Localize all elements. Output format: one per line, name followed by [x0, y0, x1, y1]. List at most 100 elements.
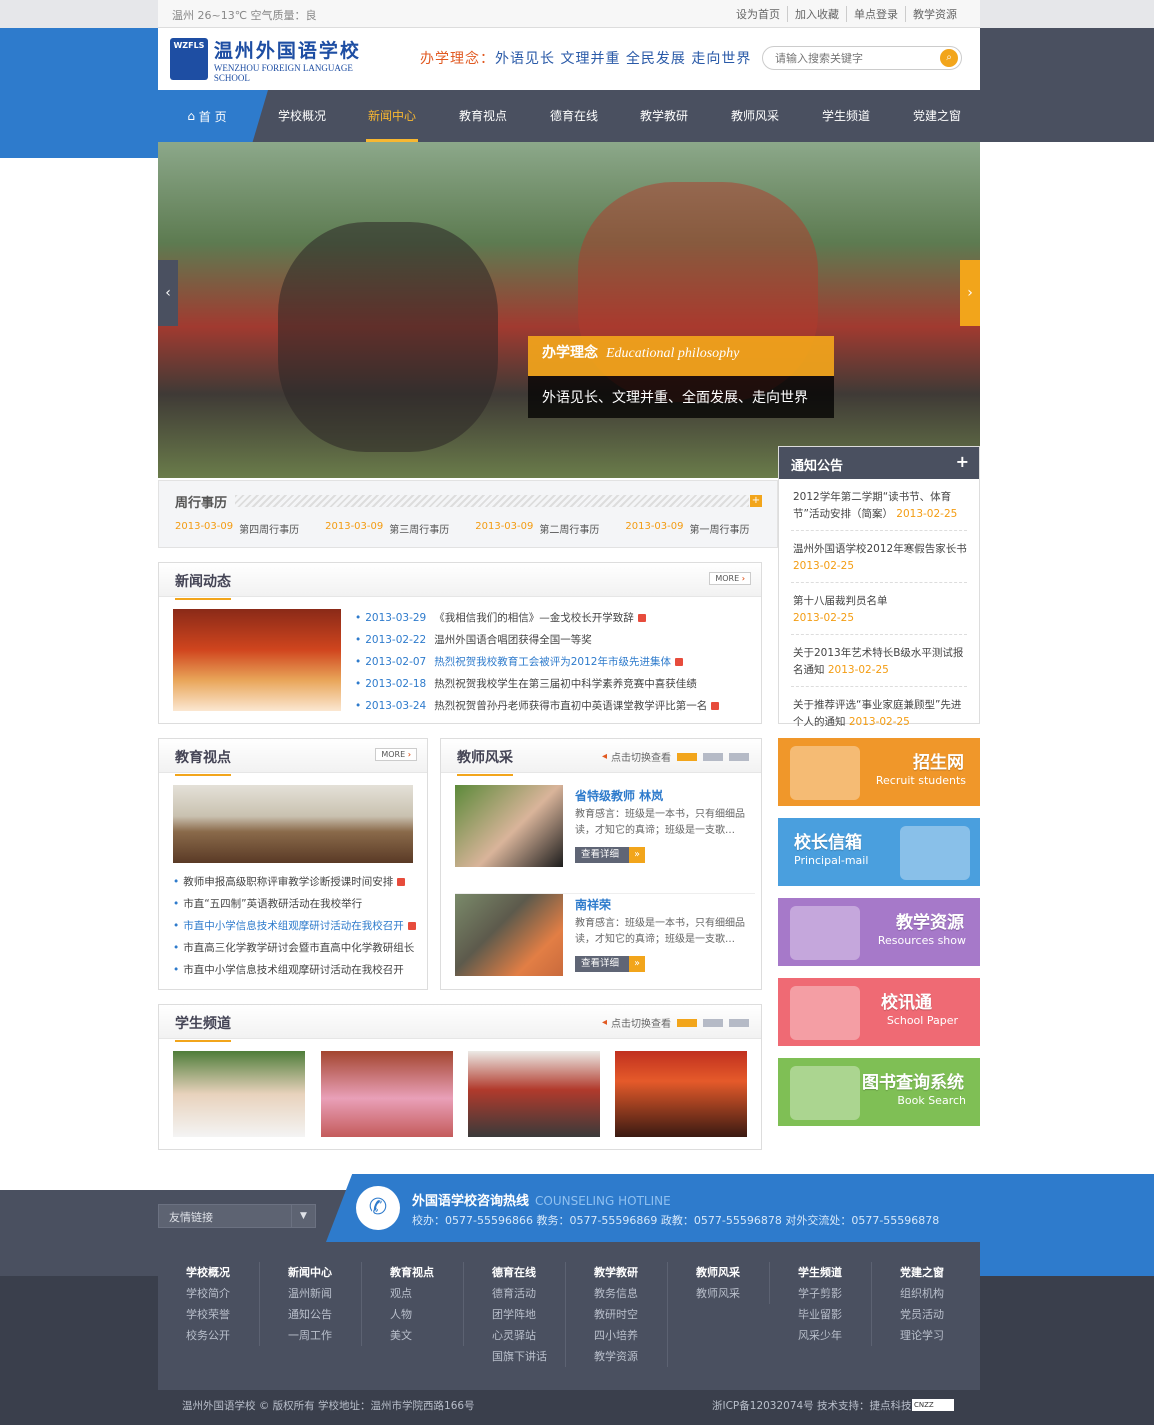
teacher-name[interactable]: 南祥荣 [575, 896, 611, 913]
nav-item-party-window[interactable]: 党建之窗 [897, 90, 977, 142]
slide-dot[interactable] [703, 752, 723, 761]
teacher-name[interactable]: 省特级教师 林岚 [575, 787, 663, 804]
set-homepage-link[interactable]: 设为首页 [729, 6, 787, 22]
edu-photo[interactable] [173, 785, 413, 863]
news-item[interactable]: • 2013-02-18 热烈祝贺我校学生在第三届初中科学素养竞赛中喜获佳绩 [355, 673, 755, 695]
footer-link[interactable]: 毕业留影 [798, 1304, 871, 1325]
nav-item-school-overview[interactable]: 学校概况 [262, 90, 342, 142]
main-nav: ⌂ 首 页 学校概况 新闻中心 教育视点 德育在线 教学教研 教师风采 学生频道… [158, 90, 980, 142]
student-photo[interactable] [468, 1051, 600, 1137]
footer-link[interactable]: 人物 [390, 1304, 463, 1325]
plus-icon[interactable]: + [956, 452, 969, 471]
student-photo[interactable] [615, 1051, 747, 1137]
weekly-divider [235, 495, 749, 507]
footer-link[interactable]: 教师风采 [696, 1283, 769, 1304]
view-detail-button[interactable]: 查看详细 [575, 956, 645, 972]
school-paper-banner[interactable]: 校讯通 School Paper [778, 978, 980, 1046]
footer-col-head[interactable]: 教师风采 [696, 1262, 769, 1283]
footer-link[interactable]: 党员活动 [900, 1304, 974, 1325]
footer-link[interactable]: 学子剪影 [798, 1283, 871, 1304]
footer-col-head[interactable]: 学生频道 [798, 1262, 871, 1283]
footer-col-head[interactable]: 学校概况 [186, 1262, 259, 1283]
nav-item-teacher-style[interactable]: 教师风采 [715, 90, 795, 142]
weekly-item-link[interactable]: 第四周行事历 [239, 521, 299, 536]
edu-item[interactable]: • 市直中小学信息技术组观摩研讨活动在我校召开 [173, 959, 423, 981]
teaching-resources-link[interactable]: 教学资源 [905, 6, 964, 22]
footer-link[interactable]: 教研时空 [594, 1304, 667, 1325]
footer-link[interactable]: 教务信息 [594, 1283, 667, 1304]
add-favorite-link[interactable]: 加入收藏 [787, 6, 846, 22]
notice-item[interactable]: 第十八届裁判员名单 2013-02-25 [791, 583, 967, 635]
footer-col-head[interactable]: 教育视点 [390, 1262, 463, 1283]
footer-link[interactable]: 校务公开 [186, 1325, 259, 1346]
footer-link[interactable]: 风采少年 [798, 1325, 871, 1346]
slide-dot[interactable] [729, 752, 749, 761]
slide-dot[interactable] [729, 1018, 749, 1027]
notice-item[interactable]: 关于推荐评选“事业家庭兼顾型”先进个人的通知 2013-02-25 [791, 687, 967, 738]
notice-item[interactable]: 关于2013年艺术特长B级水平测试报名通知 2013-02-25 [791, 635, 967, 687]
notice-item[interactable]: 2012学年第二学期“读书节、体育节”活动安排（简案） 2013-02-25 [791, 479, 967, 531]
footer-link[interactable]: 团学阵地 [492, 1304, 565, 1325]
edu-item[interactable]: • 市直中小学信息技术组观摩研讨活动在我校召开 [173, 915, 423, 937]
footer-col-head[interactable]: 德育在线 [492, 1262, 565, 1283]
footer-link[interactable]: 理论学习 [900, 1325, 974, 1346]
edu-item[interactable]: • 教师申报高级职称评审教学诊断授课时间安排 [173, 871, 423, 893]
footer-link[interactable]: 观点 [390, 1283, 463, 1304]
student-photo[interactable] [173, 1051, 305, 1137]
weekly-item-link[interactable]: 第二周行事历 [539, 521, 599, 536]
footer-link[interactable]: 组织机构 [900, 1283, 974, 1304]
news-photo[interactable] [173, 609, 341, 711]
search-input[interactable] [775, 47, 935, 69]
news-item[interactable]: • 2013-02-07 热烈祝贺我校教育工会被评为2012年市级先进集体 [355, 651, 755, 673]
slide-dot[interactable] [677, 1018, 697, 1027]
footer-link[interactable]: 德育活动 [492, 1283, 565, 1304]
footer-col-head[interactable]: 教学教研 [594, 1262, 667, 1283]
edu-item[interactable]: • 市直“五四制”英语教研活动在我校举行 [173, 893, 423, 915]
friend-links-select[interactable]: 友情链接 ▼ [158, 1204, 316, 1228]
footer-col-head[interactable]: 新闻中心 [288, 1262, 361, 1283]
book-search-banner[interactable]: 图书查询系统 Book Search [778, 1058, 980, 1126]
footer-col-head[interactable]: 党建之窗 [900, 1262, 974, 1283]
nav-item-news-center[interactable]: 新闻中心 [352, 90, 432, 142]
teacher-photo[interactable] [455, 894, 563, 976]
resources-banner[interactable]: 教学资源 Resources show [778, 898, 980, 966]
weekly-item-link[interactable]: 第三周行事历 [389, 521, 449, 536]
notice-item[interactable]: 温州外国语学校2012年寒假告家长书 2013-02-25 [791, 531, 967, 583]
footer-link[interactable]: 通知公告 [288, 1304, 361, 1325]
student-photo[interactable] [321, 1051, 453, 1137]
slide-dot[interactable] [677, 752, 697, 761]
nav-item-moral-online[interactable]: 德育在线 [534, 90, 614, 142]
news-more-button[interactable]: MORE › [709, 572, 751, 585]
footer-link[interactable]: 美文 [390, 1325, 463, 1346]
footer-link[interactable]: 国旗下讲话 [492, 1346, 565, 1367]
plus-icon[interactable]: + [750, 495, 762, 507]
search-icon[interactable]: ⌕ [940, 49, 958, 67]
footer-link[interactable]: 心灵驿站 [492, 1325, 565, 1346]
edu-item[interactable]: • 市直高三化学教学研讨会暨市直高中化学教研组长 [173, 937, 423, 959]
teacher-photo[interactable] [455, 785, 563, 867]
principal-mail-banner[interactable]: 校长信箱 Principal-mail [778, 818, 980, 886]
nav-item-edu-views[interactable]: 教育视点 [443, 90, 523, 142]
cnzz-badge-icon[interactable]: CNZZ [912, 1399, 954, 1411]
banner-next-button[interactable]: › [960, 260, 980, 326]
footer-link[interactable]: 学校荣誉 [186, 1304, 259, 1325]
nav-item-student-channel[interactable]: 学生频道 [806, 90, 886, 142]
footer-link[interactable]: 四小培养 [594, 1325, 667, 1346]
weekly-item-link[interactable]: 第一周行事历 [690, 521, 750, 536]
footer-link[interactable]: 教学资源 [594, 1346, 667, 1367]
school-logo[interactable]: WZFLS 温州外国语学校 WENZHOU FOREIGN LANGUAGE S… [170, 38, 382, 83]
nav-home[interactable]: ⌂ 首 页 [158, 90, 268, 142]
footer-link[interactable]: 学校简介 [186, 1283, 259, 1304]
news-item[interactable]: • 2013-02-22 温州外国语合唱团获得全国一等奖 [355, 629, 755, 651]
news-item[interactable]: • 2013-03-29 《我相信我们的相信》—金戈校长开学致辞 [355, 607, 755, 629]
recruit-banner[interactable]: 招生网 Recruit students [778, 738, 980, 806]
news-item[interactable]: • 2013-03-24 热烈祝贺曾孙丹老师获得市直初中英语课堂教学评比第一名 [355, 695, 755, 717]
slide-dot[interactable] [703, 1018, 723, 1027]
view-detail-button[interactable]: 查看详细 [575, 847, 645, 863]
footer-link[interactable]: 一周工作 [288, 1325, 361, 1346]
footer-link[interactable]: 温州新闻 [288, 1283, 361, 1304]
edu-more-button[interactable]: MORE › [375, 748, 417, 761]
banner-prev-button[interactable]: ‹ [158, 260, 178, 326]
nav-item-teaching-research[interactable]: 教学教研 [624, 90, 704, 142]
sso-login-link[interactable]: 单点登录 [846, 6, 905, 22]
